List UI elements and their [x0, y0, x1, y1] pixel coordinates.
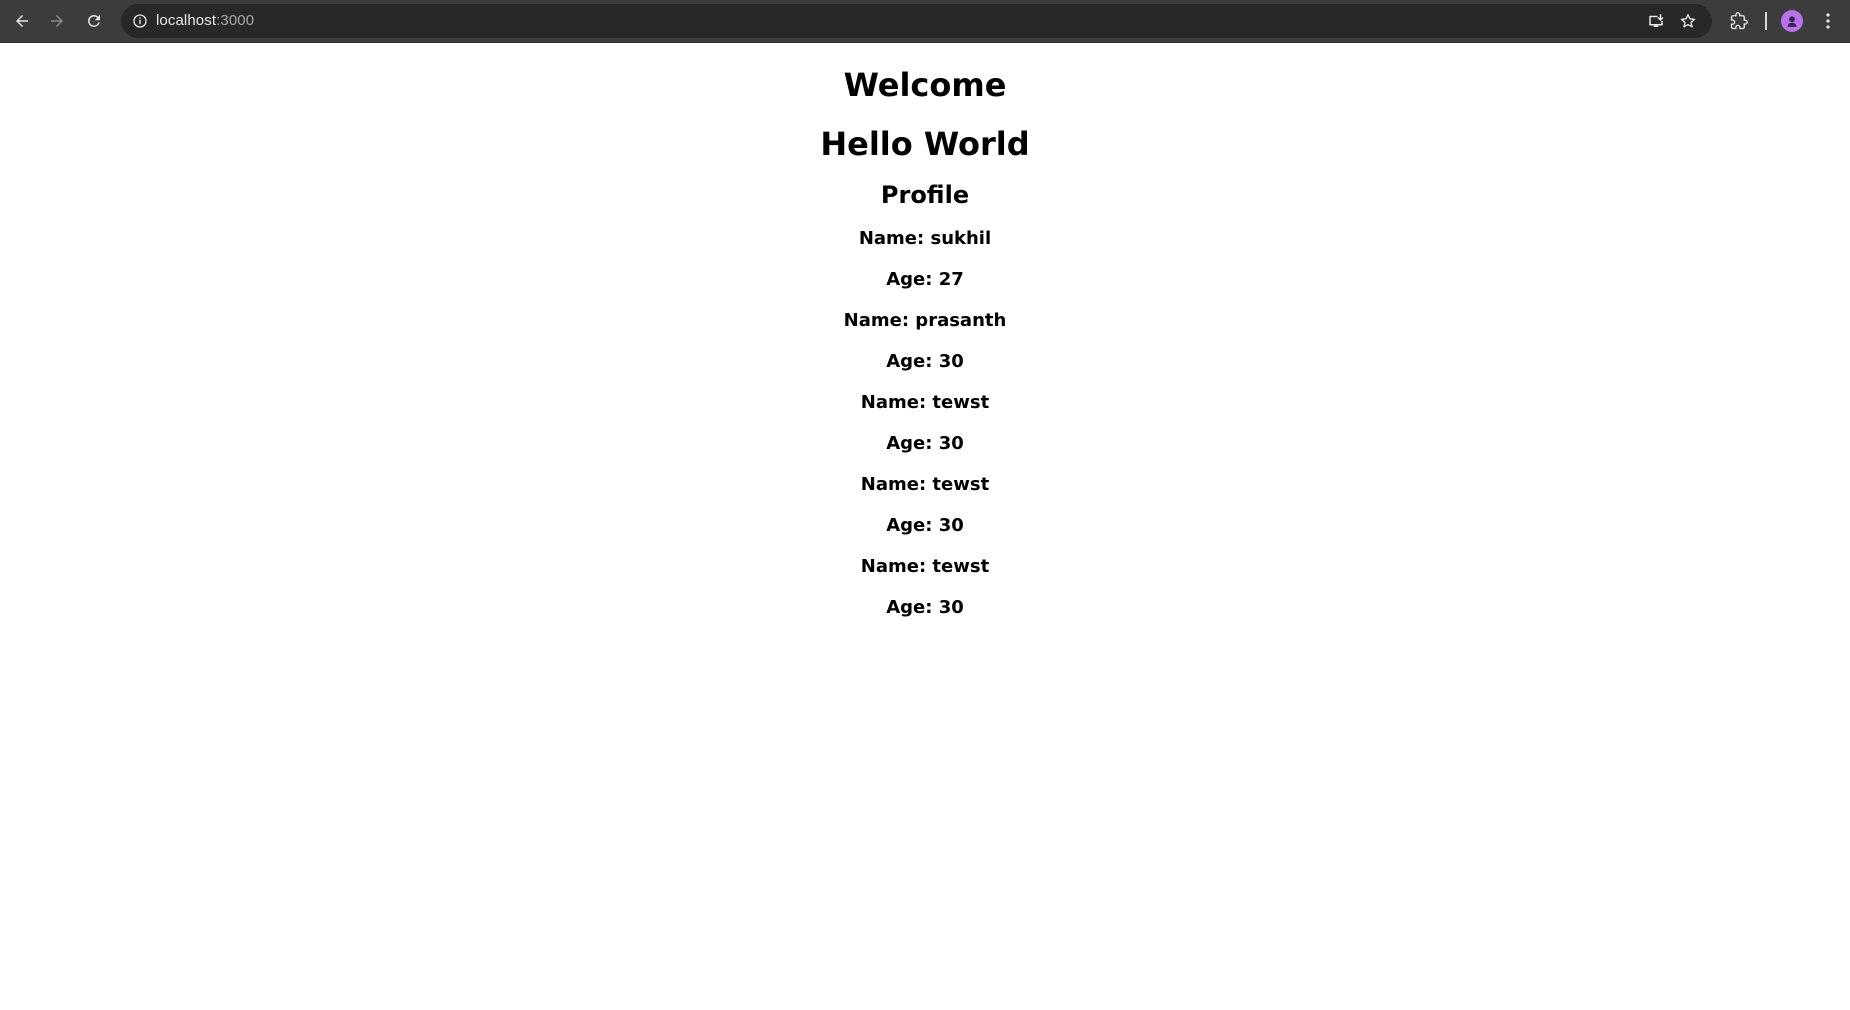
info-icon	[133, 14, 147, 28]
browser-toolbar: localhost:3000	[0, 0, 1850, 43]
person-name: Name: sukhil	[858, 228, 992, 249]
forward-button[interactable]	[42, 6, 72, 36]
toolbar-divider	[1765, 12, 1767, 30]
person-name: Name: tewst	[860, 556, 990, 577]
extensions-button[interactable]	[1727, 9, 1751, 33]
profile-avatar[interactable]	[1781, 10, 1803, 32]
person-age: Age: 30	[886, 515, 964, 536]
back-button[interactable]	[7, 6, 37, 36]
bookmark-button[interactable]	[1678, 11, 1698, 31]
person-age: Age: 30	[886, 433, 964, 454]
url-host: localhost	[156, 12, 217, 29]
puzzle-icon	[1730, 12, 1748, 30]
profile-heading: Profile	[880, 181, 970, 209]
welcome-heading: Welcome	[843, 66, 1007, 104]
address-bar[interactable]: localhost:3000	[121, 4, 1712, 38]
star-icon	[1680, 13, 1696, 28]
install-icon	[1649, 14, 1664, 27]
person-age: Age: 27	[886, 269, 964, 290]
url-text[interactable]: localhost:3000	[156, 4, 254, 38]
person-age: Age: 30	[886, 351, 964, 372]
person-name: Name: tewst	[860, 474, 990, 495]
reload-button[interactable]	[79, 6, 109, 36]
profile-list: Name: sukhil Age: 27 Name: prasanth Age:…	[0, 227, 1850, 637]
profile-icon	[1787, 16, 1797, 27]
site-info-button[interactable]	[130, 11, 150, 31]
install-app-button[interactable]	[1646, 11, 1666, 31]
person-name: Name: prasanth	[843, 310, 1007, 331]
url-port: :3000	[216, 12, 255, 29]
browser-menu-button[interactable]	[1818, 9, 1838, 33]
arrow-right-icon	[51, 15, 63, 27]
reload-icon	[87, 14, 100, 27]
person-name: Name: tewst	[860, 392, 990, 413]
hello-heading: Hello World	[820, 125, 1030, 163]
arrow-left-icon	[16, 15, 28, 27]
more-vertical-icon	[1826, 13, 1830, 29]
person-age: Age: 30	[886, 597, 964, 618]
